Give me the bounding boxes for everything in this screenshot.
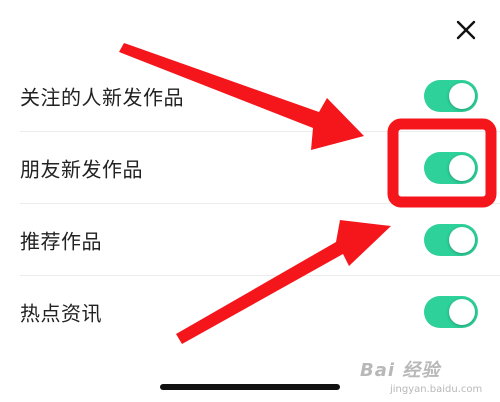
watermark-text: Bai 经验 — [360, 360, 441, 381]
toggle-knob — [449, 299, 475, 325]
toggle-following-new-works[interactable] — [424, 80, 478, 112]
setting-row-hot-news: 热点资讯 — [0, 276, 500, 348]
setting-row-following-new-works: 关注的人新发作品 — [0, 60, 500, 132]
close-button[interactable] — [448, 12, 484, 48]
baidu-watermark: Bai 经验 jingyan.baidu.com — [360, 356, 496, 400]
toggle-recommended-works[interactable] — [424, 224, 478, 256]
toggle-knob — [449, 227, 475, 253]
home-indicator[interactable] — [160, 384, 340, 390]
toggle-knob — [449, 83, 475, 109]
close-icon — [456, 20, 476, 40]
toggle-friends-new-works[interactable] — [424, 152, 478, 184]
watermark-url: jingyan.baidu.com — [390, 384, 483, 395]
settings-list: 关注的人新发作品 朋友新发作品 推荐作品 热点资讯 — [0, 60, 500, 348]
setting-label: 推荐作品 — [20, 229, 102, 254]
toggle-knob — [449, 155, 475, 181]
setting-row-recommended-works: 推荐作品 — [0, 204, 500, 276]
toggle-hot-news[interactable] — [424, 296, 478, 328]
setting-label: 关注的人新发作品 — [20, 85, 184, 110]
setting-row-friends-new-works: 朋友新发作品 — [0, 132, 500, 204]
setting-label: 热点资讯 — [20, 301, 102, 326]
notification-settings-screen: 关注的人新发作品 朋友新发作品 推荐作品 热点资讯 Bai 经验 jingyan… — [0, 0, 500, 402]
setting-label: 朋友新发作品 — [20, 157, 143, 182]
